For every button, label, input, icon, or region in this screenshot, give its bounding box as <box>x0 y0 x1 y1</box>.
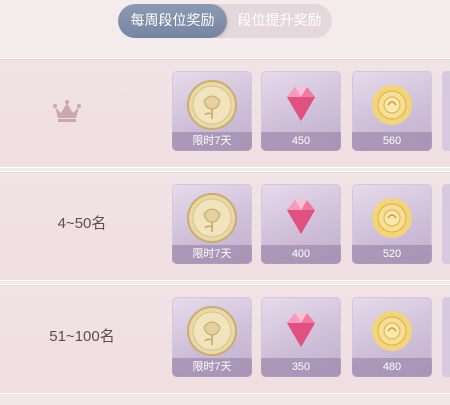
reward-row-51-100: 51~100名 限时7天 350 480 <box>0 284 450 394</box>
reward-row-top: 限时7天 450 560 <box>0 58 450 168</box>
tab-weekly-rank-reward[interactable]: 每周段位奖励 <box>118 4 227 38</box>
reward-caption: 520 <box>352 245 432 264</box>
gold-rose-coin-icon <box>187 80 237 130</box>
reward-tabs: 每周段位奖励 段位提升奖励 <box>118 4 332 38</box>
reward-card-partial <box>442 297 450 377</box>
gold-rose-coin-icon <box>187 193 237 243</box>
reward-card-partial <box>442 184 450 264</box>
reward-caption: 480 <box>352 358 432 377</box>
gold-rose-icon <box>372 198 412 238</box>
reward-caption: 400 <box>261 245 341 264</box>
crown-icon <box>53 100 81 122</box>
reward-caption: 限时7天 <box>172 358 252 377</box>
reward-caption: 450 <box>261 132 341 151</box>
pink-diamond-icon <box>287 200 315 234</box>
reward-card[interactable]: 400 <box>261 184 341 264</box>
pink-diamond-icon <box>287 313 315 347</box>
reward-card[interactable]: 350 <box>261 297 341 377</box>
gold-rose-icon <box>372 311 412 351</box>
pink-diamond-icon <box>287 87 315 121</box>
reward-row-4-50: 4~50名 限时7天 400 520 <box>0 171 450 281</box>
reward-card[interactable]: 限时7天 <box>172 184 252 264</box>
reward-caption: 350 <box>261 358 341 377</box>
reward-card[interactable]: 560 <box>352 71 432 151</box>
rank-label: 51~100名 <box>49 328 115 345</box>
reward-card[interactable]: 450 <box>261 71 341 151</box>
tab-rank-up-reward[interactable]: 段位提升奖励 <box>227 4 332 38</box>
reward-caption: 560 <box>352 132 432 151</box>
reward-card[interactable]: 限时7天 <box>172 71 252 151</box>
rank-label: 4~50名 <box>57 215 107 232</box>
gold-rose-coin-icon <box>187 306 237 356</box>
reward-card[interactable]: 480 <box>352 297 432 377</box>
reward-card[interactable]: 520 <box>352 184 432 264</box>
reward-caption: 限时7天 <box>172 245 252 264</box>
reward-card[interactable]: 限时7天 <box>172 297 252 377</box>
reward-caption: 限时7天 <box>172 132 252 151</box>
reward-card-partial <box>442 71 450 151</box>
gold-rose-icon <box>372 85 412 125</box>
